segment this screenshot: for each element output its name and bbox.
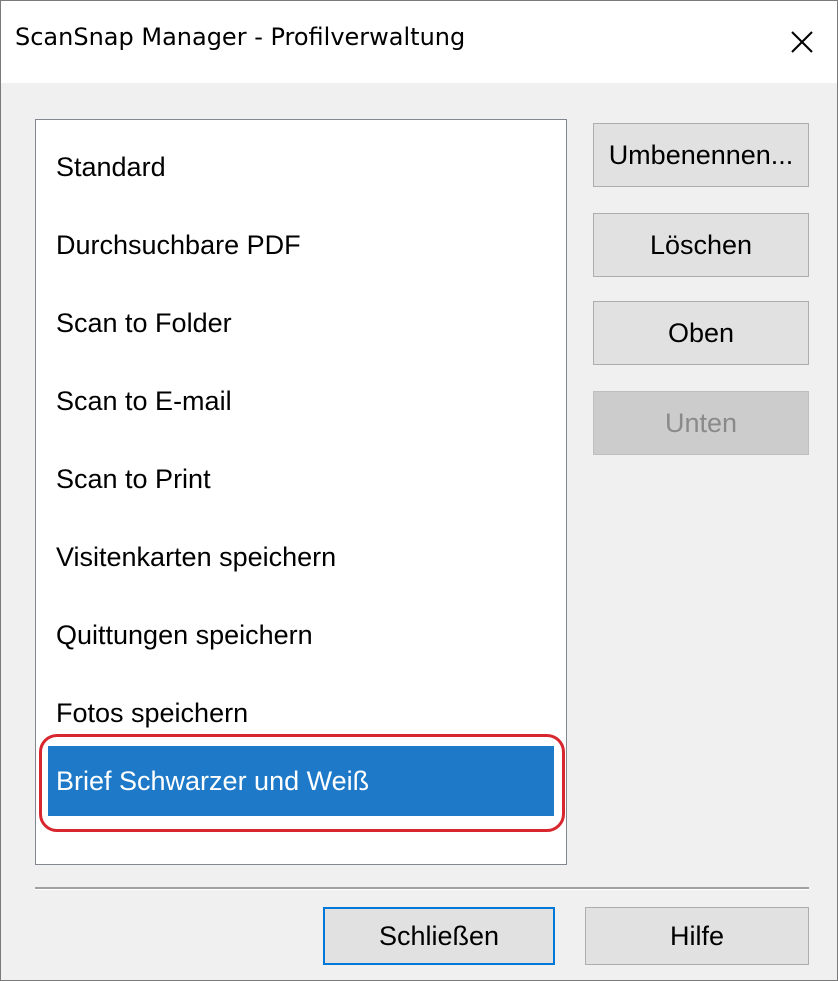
close-window-button[interactable] [767,1,837,83]
title-bar: ScanSnap Manager - Profilverwaltung [1,1,837,83]
profile-item-scan-to-folder[interactable]: Scan to Folder [48,288,554,358]
profile-item-receipts[interactable]: Quittungen speichern [48,600,554,670]
profile-item-letter-bw[interactable]: Brief Schwarzer und Weiß [48,746,554,816]
profile-list[interactable]: Standard Durchsuchbare PDF Scan to Folde… [35,119,567,865]
profile-item-photos[interactable]: Fotos speichern [48,678,554,748]
window-title: ScanSnap Manager - Profilverwaltung [15,23,466,51]
profile-item-scan-to-print[interactable]: Scan to Print [48,444,554,514]
profile-item-searchable-pdf[interactable]: Durchsuchbare PDF [48,210,554,280]
profile-item-standard[interactable]: Standard [48,132,554,202]
move-down-button[interactable]: Unten [593,391,809,455]
profile-item-scan-to-email[interactable]: Scan to E-mail [48,366,554,436]
delete-button[interactable]: Löschen [593,213,809,277]
help-button[interactable]: Hilfe [585,907,809,965]
rename-button[interactable]: Umbenennen... [593,123,809,187]
footer-divider [35,887,809,890]
profile-manager-dialog: ScanSnap Manager - Profilverwaltung Stan… [0,0,838,981]
close-button[interactable]: Schließen [323,907,555,965]
profile-item-business-cards[interactable]: Visitenkarten speichern [48,522,554,592]
close-icon [791,31,813,53]
move-up-button[interactable]: Oben [593,301,809,365]
